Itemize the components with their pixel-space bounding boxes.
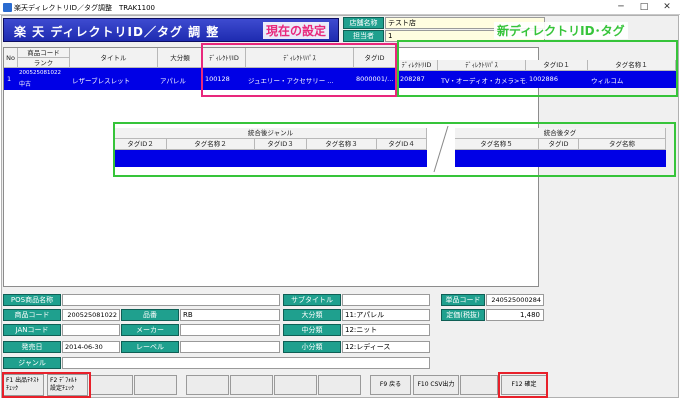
unit-code-label: 単品コード — [441, 294, 485, 306]
col-tag-name5: タグ名称５ — [455, 139, 539, 150]
f5-button[interactable] — [186, 375, 229, 395]
row-no: 1 — [7, 75, 12, 83]
col-tag-name2: タグ名称２ — [167, 139, 255, 150]
col-tag-id2: タグID２ — [115, 139, 167, 150]
f12-highlight — [498, 372, 548, 398]
category-small-label: 小分類 — [283, 341, 341, 353]
col-tag-name3: タグ名称３ — [307, 139, 377, 150]
maker-value[interactable] — [180, 324, 280, 336]
col-category: 大分類 — [158, 48, 203, 68]
f8-button[interactable] — [318, 375, 361, 395]
col-merged-tag-id: タグID — [539, 139, 579, 150]
row-rank: 中古 — [19, 81, 32, 88]
close-button[interactable]: ✕ — [656, 0, 678, 15]
col-tag-id4: タグID４ — [377, 139, 427, 150]
col-merged-tag-name: タグ名称 — [579, 139, 666, 150]
pos-name-value[interactable] — [62, 294, 280, 306]
current-settings-annotation: 現在の設定 — [263, 22, 330, 39]
label-label: レーベル — [121, 341, 179, 353]
f6-button[interactable] — [230, 375, 273, 395]
person-label: 担当者 — [343, 30, 384, 42]
category-mid-label: 中分類 — [283, 324, 341, 336]
genre-label: ジャンル — [3, 357, 61, 369]
table-row-tags-a[interactable] — [115, 150, 427, 167]
f11-button[interactable] — [460, 375, 498, 395]
f3-button[interactable] — [90, 375, 133, 395]
product-code-value[interactable]: 200525081022 — [62, 309, 120, 321]
price-label: 定価(税抜) — [441, 309, 485, 321]
jan-code-label: JANコード — [3, 324, 61, 336]
screen-title: 楽 天 ディレクトリID／タグ 調 整 — [14, 25, 220, 39]
unit-code-value[interactable]: 240525000284 — [486, 294, 544, 306]
col-tag-id3: タグID３ — [255, 139, 307, 150]
f7-button[interactable] — [274, 375, 317, 395]
col-code: 商品コード — [18, 48, 70, 58]
product-code-label: 商品コード — [3, 309, 61, 321]
genre-value[interactable] — [62, 357, 430, 369]
category-large-label: 大分類 — [283, 309, 341, 321]
maximize-button[interactable]: □ — [633, 0, 655, 15]
col-no: No — [4, 48, 18, 68]
release-date-value[interactable]: 2014-06-30 — [62, 341, 120, 353]
window-title: 楽天ディレクトリID／タグ調整 TRAK1100 — [14, 4, 156, 12]
col-title: タイトル — [70, 48, 158, 68]
jan-code-value[interactable] — [62, 324, 120, 336]
app-icon — [3, 3, 12, 12]
table-row-tags-b[interactable] — [455, 150, 666, 167]
group-tag-header: 統合後タグ — [455, 128, 666, 139]
subtitle-value[interactable] — [342, 294, 430, 306]
grid-break-gap — [430, 124, 452, 174]
new-settings-highlight — [397, 40, 678, 97]
part-no-label: 品番 — [121, 309, 179, 321]
pos-name-label: POS商品名称 — [3, 294, 61, 306]
price-value[interactable]: 1,480 — [486, 309, 544, 321]
category-small-value[interactable]: 12:レディース — [342, 341, 430, 353]
maker-label: メーカー — [121, 324, 179, 336]
f10-csv-export-button[interactable]: F10 CSV出力 — [413, 375, 459, 395]
row-code: 200525081022 — [19, 70, 61, 76]
row-category: アパレル — [160, 77, 186, 85]
col-rank: ランク — [18, 58, 70, 68]
label-value[interactable] — [180, 341, 280, 353]
current-settings-highlight — [201, 43, 397, 97]
release-date-label: 発売日 — [3, 341, 61, 353]
f1-f2-highlight — [2, 372, 91, 398]
category-large-value[interactable]: 11:アパレル — [342, 309, 430, 321]
window-title-bar: 楽天ディレクトリID／タグ調整 TRAK1100 ─ □ ✕ — [0, 0, 680, 15]
new-settings-annotation: 新ディレクトリID･タグ — [494, 22, 628, 39]
category-mid-value[interactable]: 12:ニット — [342, 324, 430, 336]
f9-back-button[interactable]: F9 戻る — [370, 375, 411, 395]
f4-button[interactable] — [134, 375, 177, 395]
part-no-value[interactable]: RB — [180, 309, 280, 321]
group-genre-header: 統合後ジャンル — [115, 128, 427, 139]
row-title: レザーブレスレット — [72, 77, 131, 85]
store-name-label: 店舗名称 — [343, 17, 384, 29]
subtitle-label: サブタイトル — [283, 294, 341, 306]
minimize-button[interactable]: ─ — [610, 0, 632, 15]
